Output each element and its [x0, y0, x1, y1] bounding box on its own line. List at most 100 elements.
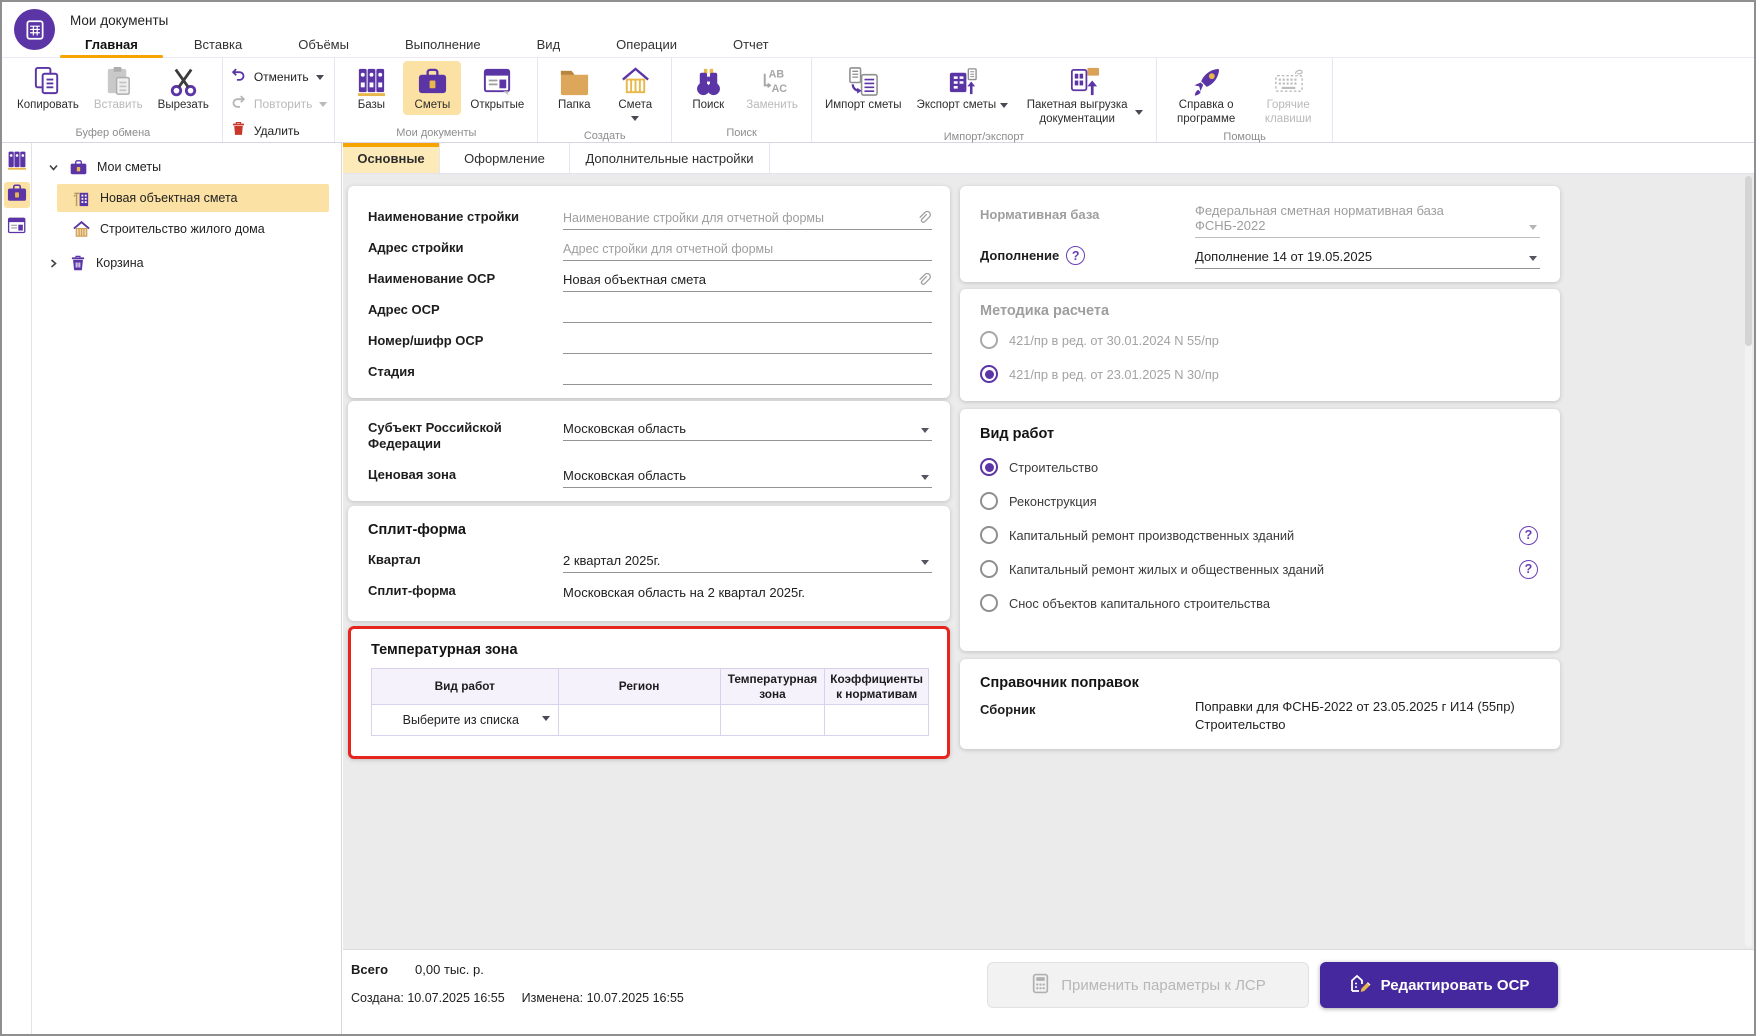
worktype-option-kaprem-proizv[interactable]: Капитальный ремонт производственных здан…: [980, 518, 1540, 552]
help-circle-icon[interactable]: ?: [1519, 559, 1538, 579]
cut-button[interactable]: Вырезать: [152, 61, 215, 115]
title-bar: Мои документы Главная Вставка Объёмы Вып…: [2, 2, 1754, 58]
scrollbar-thumb[interactable]: [1745, 176, 1752, 346]
import-estimate-button[interactable]: Импорт сметы: [819, 61, 908, 115]
tree-item-my-estimates[interactable]: Мои сметы: [33, 152, 341, 182]
worktype-select-cell[interactable]: Выберите из списка: [371, 704, 559, 736]
coefficients-cell[interactable]: [824, 704, 929, 736]
calculation-method-card: Методика расчета 421/пр в ред. от 30.01.…: [960, 289, 1560, 401]
radio-unchecked[interactable]: [980, 526, 998, 544]
worktype-option-snos[interactable]: Снос объектов капитального строительства: [980, 586, 1540, 620]
ribbon-tab-obyomy[interactable]: Объёмы: [270, 31, 377, 57]
construction-address-input[interactable]: Адрес стройки для отчетной формы: [563, 236, 932, 261]
edit-osr-button[interactable]: Редактировать ОСР: [1320, 962, 1558, 1008]
worktype-option-stroitelstvo[interactable]: Строительство: [980, 450, 1540, 484]
tab-dop-nastroyki[interactable]: Дополнительные настройки: [570, 143, 770, 173]
quarter-select[interactable]: 2 квартал 2025г.: [563, 548, 932, 573]
chevron-right-icon[interactable]: [48, 258, 61, 269]
ribbon-tab-vypolnenie[interactable]: Выполнение: [377, 31, 509, 57]
temperature-zone-cell[interactable]: [719, 704, 826, 736]
radio-unchecked[interactable]: [980, 560, 998, 578]
app-window: Мои документы Главная Вставка Объёмы Вып…: [0, 0, 1756, 1036]
help-circle-icon[interactable]: ?: [1519, 525, 1538, 545]
tree-item-new-object-estimate[interactable]: Новая объектная смета: [57, 184, 329, 212]
ribbon: Копировать Вставить Вырезать Буфер обмен…: [2, 58, 1754, 157]
estimates-button[interactable]: Сметы: [403, 61, 462, 115]
bases-button[interactable]: Базы: [342, 61, 400, 115]
replace-button[interactable]: AB AC Заменить: [740, 61, 804, 115]
briefcase-icon: [69, 158, 88, 177]
price-zone-select[interactable]: Московская область: [563, 463, 932, 488]
chevron-down-icon[interactable]: [1000, 103, 1009, 112]
radio-checked[interactable]: [980, 365, 998, 383]
region-cell[interactable]: [557, 704, 721, 736]
tree-item-recycle-bin[interactable]: Корзина: [33, 248, 341, 278]
radio-checked[interactable]: [980, 458, 998, 476]
chevron-down-icon: [921, 560, 929, 565]
ribbon-tab-otchet[interactable]: Отчет: [705, 31, 797, 57]
radio-unchecked[interactable]: [980, 492, 998, 510]
new-estimate-button[interactable]: Смета: [606, 61, 664, 127]
undo-button[interactable]: Отменить: [230, 66, 328, 88]
chevron-down-icon: [1529, 256, 1537, 261]
hotkeys-button[interactable]: Горячие клавиши: [1251, 61, 1325, 128]
ribbon-group-create: Папка Смета Создать: [538, 58, 673, 142]
subject-select[interactable]: Московская область: [563, 416, 932, 441]
paste-button[interactable]: Вставить: [88, 61, 149, 115]
chevron-down-icon[interactable]: [1135, 110, 1144, 119]
chevron-down-icon[interactable]: [315, 74, 324, 84]
chevron-down-icon: [541, 715, 550, 725]
normative-base-select[interactable]: Федеральная сметная нормативная база ФСН…: [1195, 203, 1540, 238]
window-title: Мои документы: [70, 13, 169, 28]
paperclip-icon[interactable]: [916, 272, 931, 287]
delete-button[interactable]: Удалить: [230, 120, 328, 142]
osr-number-input[interactable]: [563, 329, 932, 354]
copy-icon: [31, 64, 64, 99]
chevron-down-icon[interactable]: [631, 115, 640, 125]
radio-unchecked[interactable]: [980, 594, 998, 612]
method-option-30pr[interactable]: 421/пр в ред. от 23.01.2025 N 30/пр: [980, 357, 1540, 391]
copy-button[interactable]: Копировать: [11, 61, 85, 115]
house-icon: [619, 64, 652, 99]
group-label: Создать: [583, 129, 626, 142]
ribbon-tab-vid[interactable]: Вид: [509, 31, 589, 57]
batch-upload-button[interactable]: Пакетная выгрузка документации: [1017, 61, 1149, 128]
group-label: Буфер обмена: [75, 127, 151, 139]
ribbon-tab-glavnaya[interactable]: Главная: [57, 31, 166, 58]
rail-bases-button[interactable]: [4, 149, 30, 175]
addition-select[interactable]: Дополнение 14 от 19.05.2025: [1195, 244, 1540, 269]
tab-osnovnye[interactable]: Основные: [343, 143, 440, 173]
modified-timestamp: Изменена: 10.07.2025 16:55: [521, 991, 684, 1005]
rail-open-docs-button[interactable]: [4, 215, 30, 241]
apply-parameters-button[interactable]: Применить параметры к ЛСР: [987, 962, 1309, 1008]
worktype-option-kaprem-zhil[interactable]: Капитальный ремонт жилых и общественных …: [980, 552, 1540, 586]
rail-estimates-button[interactable]: [3, 182, 30, 208]
new-folder-button[interactable]: Папка: [545, 61, 603, 115]
general-info-card: Наименование стройки Наименование стройк…: [348, 186, 950, 398]
construction-name-input[interactable]: Наименование стройки для отчетной формы: [563, 205, 932, 230]
redo-button[interactable]: Повторить: [230, 93, 328, 115]
calculator-icon: [1030, 973, 1051, 998]
ribbon-tab-vstavka[interactable]: Вставка: [166, 31, 270, 57]
ribbon-tab-operacii[interactable]: Операции: [588, 31, 705, 57]
osr-address-input[interactable]: [563, 298, 932, 323]
export-estimate-button[interactable]: Экспорт сметы: [911, 61, 1015, 115]
worktype-option-rekonstrukciya[interactable]: Реконструкция: [980, 484, 1540, 518]
temperature-zone-card: Температурная зона Вид работ Регион Темп…: [348, 626, 950, 759]
osr-name-input[interactable]: Новая объектная смета: [563, 267, 932, 292]
chevron-down-icon[interactable]: [319, 101, 328, 111]
about-button[interactable]: Справка о программе: [1164, 61, 1248, 128]
paperclip-icon[interactable]: [916, 210, 931, 225]
search-button[interactable]: Поиск: [679, 61, 737, 115]
help-circle-icon[interactable]: ?: [1066, 246, 1086, 265]
tab-oformlenie[interactable]: Оформление: [440, 143, 570, 173]
keyboard-icon: [1272, 64, 1305, 99]
open-docs-button[interactable]: Открытые: [464, 61, 530, 115]
stage-input[interactable]: [563, 360, 932, 385]
method-option-55pr[interactable]: 421/пр в ред. от 30.01.2024 N 55/пр: [980, 323, 1540, 357]
vertical-scrollbar[interactable]: [1745, 176, 1752, 947]
briefcase-icon: [416, 64, 449, 99]
radio-unchecked[interactable]: [980, 331, 998, 349]
chevron-down-icon[interactable]: [48, 162, 61, 173]
tree-item-house-construction[interactable]: Строительство жилого дома: [57, 214, 341, 244]
